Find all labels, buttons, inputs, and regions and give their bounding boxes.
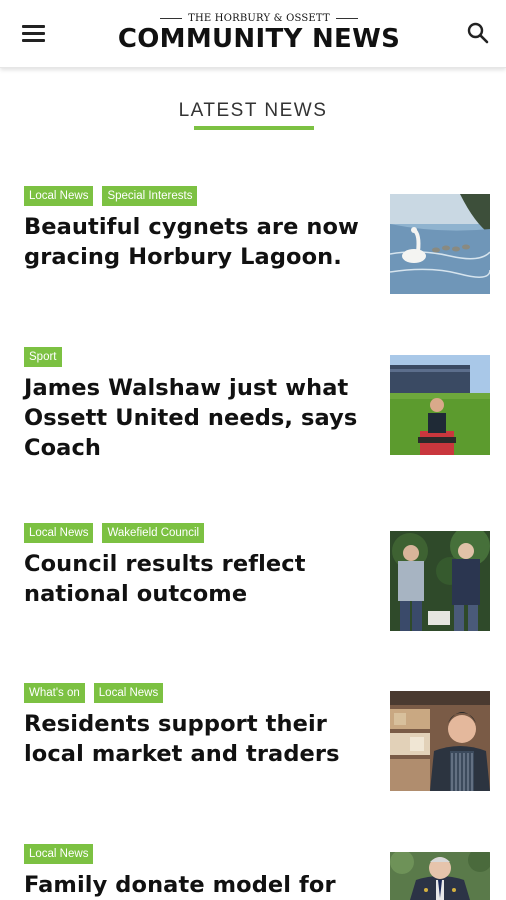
article-card[interactable]: Local News Wakefield Council Council res…: [24, 523, 490, 631]
article-headline[interactable]: James Walshaw just what Ossett United ne…: [24, 373, 364, 463]
tag-label[interactable]: Sport: [24, 347, 62, 367]
site-logo[interactable]: THE HORBURY & OSSETT COMMUNITY NEWS: [100, 12, 418, 55]
article-thumbnail[interactable]: [390, 355, 490, 455]
article-headline[interactable]: Council results reflect national outcome: [24, 549, 364, 609]
site-header: THE HORBURY & OSSETT COMMUNITY NEWS: [0, 0, 506, 68]
article-card[interactable]: Local News Family donate model for: [24, 844, 490, 900]
article-headline[interactable]: Residents support their local market and…: [24, 709, 364, 769]
tag-label[interactable]: Local News: [93, 683, 164, 703]
article-headline[interactable]: Family donate model for: [24, 870, 364, 900]
article-card[interactable]: What's on Local News Residents support t…: [24, 683, 490, 791]
article-card[interactable]: Local News Special Interests Beautiful c…: [24, 186, 490, 294]
tag-label[interactable]: Wakefield Council: [102, 523, 205, 543]
tag-label[interactable]: Local News: [24, 186, 94, 206]
hamburger-menu-icon[interactable]: [22, 24, 46, 44]
search-icon[interactable]: [467, 22, 489, 44]
tag-label[interactable]: Special Interests: [102, 186, 198, 206]
tag-label[interactable]: What's on: [24, 683, 85, 703]
article-thumbnail[interactable]: [390, 852, 490, 900]
tag-label[interactable]: Local News: [24, 844, 94, 864]
article-headline[interactable]: Beautiful cygnets are now gracing Horbur…: [24, 212, 364, 272]
logo-tagline: THE HORBURY & OSSETT: [100, 12, 418, 24]
logo-title: COMMUNITY NEWS: [117, 24, 401, 54]
article-thumbnail[interactable]: [390, 194, 490, 294]
article-thumbnail[interactable]: [390, 531, 490, 631]
tag-label[interactable]: Local News: [24, 523, 94, 543]
logo-tagline-text: THE HORBURY & OSSETT: [188, 12, 330, 24]
section-title: LATEST NEWS: [178, 100, 328, 121]
article-thumbnail[interactable]: [390, 691, 490, 791]
article-card[interactable]: Sport James Walshaw just what Ossett Uni…: [24, 347, 490, 463]
section-title-underline: [194, 126, 314, 130]
